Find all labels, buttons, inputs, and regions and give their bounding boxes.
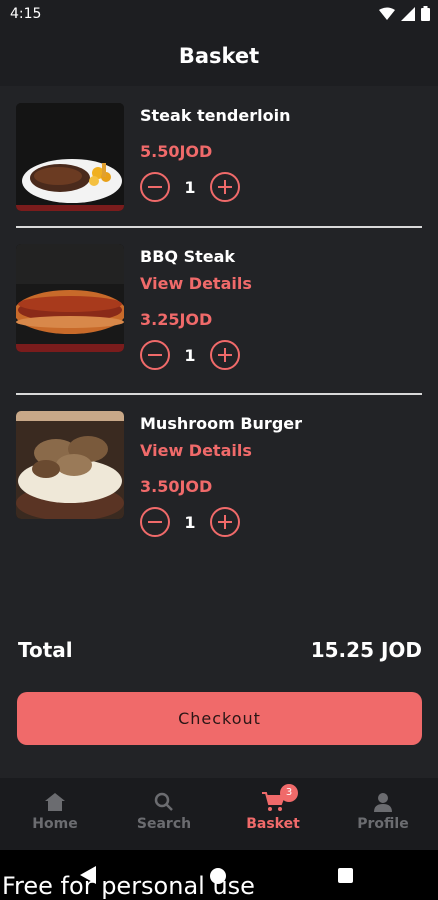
checkout-button[interactable]: Checkout (17, 692, 422, 745)
view-details-link[interactable]: View Details (140, 441, 252, 460)
nav-search[interactable]: Search (119, 792, 209, 832)
quantity-value: 1 (184, 512, 196, 532)
item-name[interactable]: BBQ Steak (140, 247, 235, 266)
total-label: Total (18, 638, 73, 662)
basket-count-badge: 3 (280, 784, 298, 802)
item-price: 3.50JOD (140, 477, 213, 496)
item-name[interactable]: Mushroom Burger (140, 414, 302, 433)
item-price: 5.50JOD (140, 142, 213, 161)
increase-quantity-button[interactable] (210, 340, 240, 370)
signal-icon (401, 6, 415, 21)
increase-quantity-button[interactable] (210, 507, 240, 537)
item-image-mushroom-burger[interactable] (16, 411, 124, 519)
home-icon (45, 793, 65, 811)
basket-item: BBQ Steak View Details 3.25JOD 1 (16, 244, 422, 374)
item-name[interactable]: Steak tenderloin (140, 106, 290, 125)
basket-item: Steak tenderloin 5.50JOD 1 (16, 103, 422, 233)
app-header: Basket (0, 30, 438, 86)
quantity-value: 1 (184, 177, 196, 197)
status-icons (379, 6, 430, 21)
profile-icon (374, 793, 392, 812)
nav-basket-label: Basket (246, 816, 300, 832)
divider (16, 393, 422, 395)
status-bar: 4:15 (0, 0, 438, 30)
recent-apps-icon[interactable] (338, 868, 353, 883)
nav-profile[interactable]: Profile (338, 792, 428, 832)
watermark-text: Free for personal use (2, 872, 255, 900)
page-title: Basket (178, 44, 260, 68)
status-time: 4:15 (10, 6, 42, 22)
decrease-quantity-button[interactable] (140, 172, 170, 202)
nav-home[interactable]: Home (10, 792, 100, 832)
nav-search-label: Search (136, 816, 192, 832)
quantity-stepper: 1 (140, 506, 240, 538)
nav-profile-label: Profile (357, 816, 409, 832)
bottom-navigation: Home Search 3 Basket Profile (0, 778, 438, 850)
item-image-steak-plate[interactable] (16, 103, 124, 211)
view-details-link[interactable]: View Details (140, 274, 252, 293)
nav-basket[interactable]: 3 Basket (228, 784, 318, 832)
quantity-stepper: 1 (140, 171, 240, 203)
quantity-value: 1 (184, 345, 196, 365)
decrease-quantity-button[interactable] (140, 507, 170, 537)
increase-quantity-button[interactable] (210, 172, 240, 202)
battery-icon (421, 6, 430, 21)
quantity-stepper: 1 (140, 339, 240, 371)
nav-home-label: Home (32, 816, 78, 832)
divider (16, 226, 422, 228)
item-image-bbq-steak-sandwich[interactable] (16, 244, 124, 352)
item-price: 3.25JOD (140, 310, 213, 329)
decrease-quantity-button[interactable] (140, 340, 170, 370)
basket-item: Mushroom Burger View Details 3.50JOD 1 (16, 411, 422, 541)
search-icon (154, 792, 173, 811)
total-value: 15.25 JOD (310, 638, 422, 662)
wifi-icon (379, 7, 395, 20)
